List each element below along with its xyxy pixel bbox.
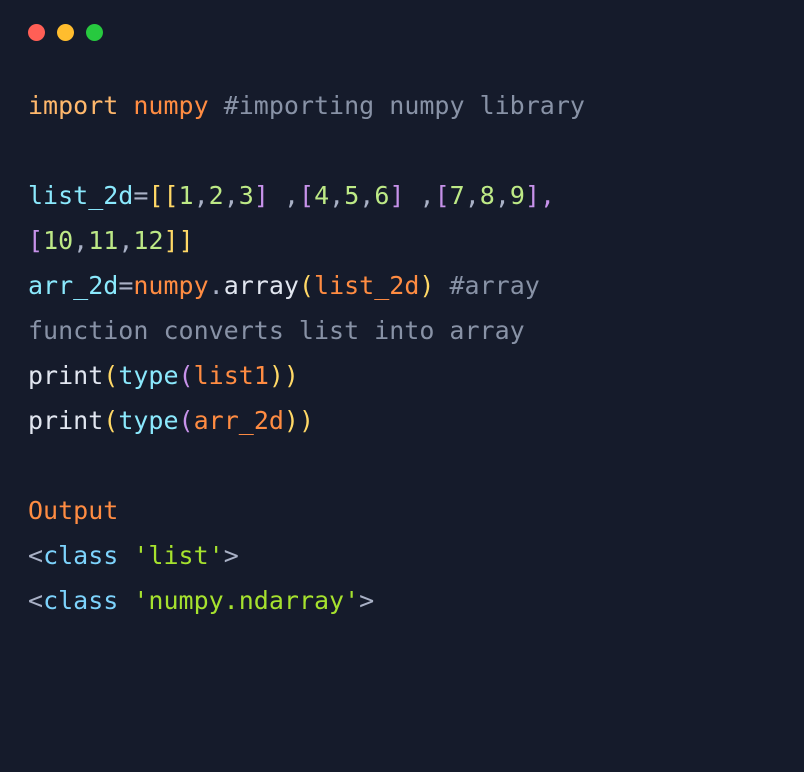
paren: ( [179,361,194,390]
bracket: ]] [164,226,194,255]
number: 8 [480,181,495,210]
argument: list1 [194,361,269,390]
variable: list_2d [28,181,133,210]
variable: arr_2d [28,271,118,300]
minimize-icon[interactable] [57,24,74,41]
number: 1 [179,181,194,210]
argument: arr_2d [194,406,284,435]
comma: , [465,181,480,210]
comma: , [404,181,434,210]
number: 4 [314,181,329,210]
comma: , [359,181,374,210]
keyword-import: import [28,91,118,120]
comma: , [495,181,510,210]
function-call: print [28,361,103,390]
function-call: print [28,406,103,435]
code-window: import numpy #importing numpy library li… [0,0,804,647]
comma: , [194,181,209,210]
operator: = [133,181,148,210]
code-block: import numpy #importing numpy library li… [28,83,776,623]
operator: = [118,271,133,300]
angle-bracket: > [224,541,239,570]
paren: ( [103,406,118,435]
bracket: ], [525,181,555,210]
number: 6 [374,181,389,210]
bracket: [ [28,226,43,255]
module-name: numpy [133,91,208,120]
angle-bracket: > [359,586,374,615]
comma: , [73,226,88,255]
bracket: ] [254,181,269,210]
number: 2 [209,181,224,210]
comment: #importing numpy library [224,91,585,120]
close-icon[interactable] [28,24,45,41]
comment: #array [434,271,539,300]
comma: , [224,181,239,210]
comma: , [269,181,299,210]
string: 'numpy.ndarray' [133,586,359,615]
class-keyword: class [43,541,133,570]
comma: , [329,181,344,210]
output-label: Output [28,496,118,525]
maximize-icon[interactable] [86,24,103,41]
number: 5 [344,181,359,210]
blank-line [28,443,776,488]
paren: )) [284,406,314,435]
angle-bracket: < [28,586,43,615]
module-name: numpy [133,271,208,300]
number: 11 [88,226,118,255]
number: 7 [450,181,465,210]
function-call: type [118,406,178,435]
function-call: type [118,361,178,390]
dot: . [209,271,224,300]
window-title-bar [28,24,776,41]
argument: list_2d [314,271,419,300]
paren: )) [269,361,299,390]
paren: ( [179,406,194,435]
number: 3 [239,181,254,210]
paren: ) [419,271,434,300]
paren: ( [299,271,314,300]
paren: ( [103,361,118,390]
comma: , [118,226,133,255]
number: 9 [510,181,525,210]
bracket: [[ [148,181,178,210]
class-keyword: class [43,586,133,615]
bracket: [ [435,181,450,210]
bracket: [ [299,181,314,210]
number: 10 [43,226,73,255]
number: 12 [133,226,163,255]
bracket: ] [389,181,404,210]
blank-line [28,128,776,173]
angle-bracket: < [28,541,43,570]
function-name: array [224,271,299,300]
string: 'list' [133,541,223,570]
comment: function converts list into array [28,316,525,345]
